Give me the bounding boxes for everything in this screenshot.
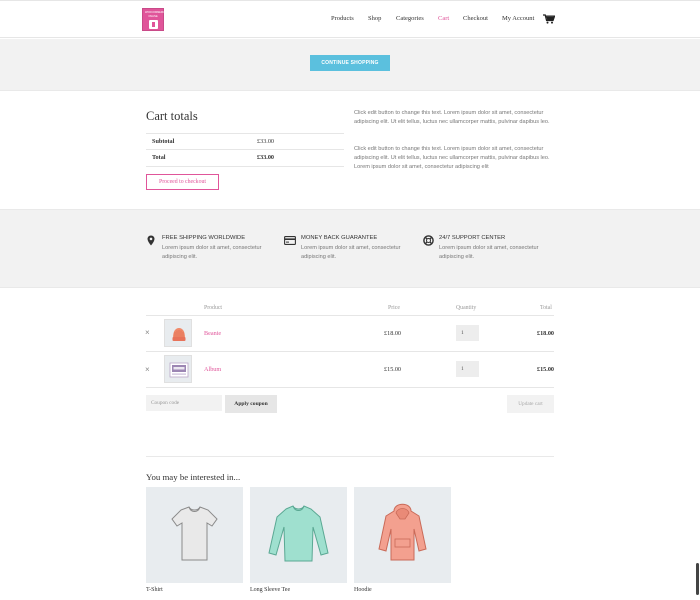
proceed-to-checkout-button[interactable]: Proceed to checkout	[146, 174, 219, 190]
cart-icon[interactable]	[543, 14, 555, 24]
text-block-2: Click edit button to change this text. L…	[354, 146, 550, 170]
table-divider	[146, 315, 554, 316]
feature-title-shipping: FREE SHIPPING WORLDWIDE	[162, 235, 246, 241]
logo-line-1: WOOCOMMERCE	[145, 11, 167, 14]
feature-text-support: Lorem ipsum dolor sit amet, consectetur …	[439, 245, 539, 260]
map-pin-icon	[147, 235, 155, 246]
related-product-name-tshirt[interactable]: T-Shirt	[146, 587, 163, 593]
subtotal-label: Subtotal	[152, 138, 175, 145]
nav-products[interactable]: Products	[331, 15, 354, 22]
totals-divider	[146, 166, 344, 167]
beanie-image	[172, 328, 186, 341]
related-product-image-long-sleeve-tee[interactable]	[250, 487, 347, 583]
album-image	[169, 362, 189, 378]
text-block-1: Click edit button to change this text. L…	[354, 110, 550, 125]
remove-item-button[interactable]: ×	[145, 365, 150, 374]
site-header: WOOCOMMERCE ONLINE Products Shop Categor…	[0, 0, 700, 38]
nav-cart[interactable]: Cart	[438, 15, 449, 22]
continue-shopping-band: CONTINUE SHOPPING	[0, 39, 700, 91]
remove-item-button[interactable]: ×	[145, 328, 150, 337]
feature-title-support: 24/7 SUPPORT CENTER	[439, 235, 506, 241]
related-product-image-tshirt[interactable]	[146, 487, 243, 583]
shopping-bag-icon	[149, 20, 158, 29]
coupon-code-input[interactable]: Coupon code	[146, 395, 222, 411]
product-thumbnail-beanie[interactable]	[164, 319, 192, 347]
long-sleeve-tee-image	[268, 505, 329, 562]
nav-categories[interactable]: Categories	[396, 15, 424, 22]
feature-text-guarantee: Lorem ipsum dolor sit amet, consectetur …	[301, 245, 401, 260]
section-divider	[146, 456, 554, 457]
nav-checkout[interactable]: Checkout	[463, 15, 488, 22]
related-product-name-long-sleeve-tee[interactable]: Long Sleeve Tee	[250, 587, 290, 593]
lifebuoy-icon	[423, 235, 434, 246]
quantity-input[interactable]: 1	[456, 325, 479, 341]
line-total: £18.00	[536, 330, 554, 337]
site-logo[interactable]: WOOCOMMERCE ONLINE	[142, 8, 167, 31]
line-total: £15.00	[536, 366, 554, 373]
product-link-beanie[interactable]: Beanie	[204, 330, 221, 337]
cart-totals-title: Cart totals	[146, 109, 198, 123]
continue-shopping-button[interactable]: CONTINUE SHOPPING	[310, 55, 390, 71]
feature-text-shipping: Lorem ipsum dolor sit amet, consectetur …	[162, 245, 262, 260]
subtotal-row: Subtotal £33.00	[146, 133, 344, 149]
tshirt-image	[171, 506, 218, 561]
col-header-total: Total	[540, 305, 552, 311]
total-label: Total	[152, 154, 166, 161]
product-price: £15.00	[384, 366, 402, 373]
hoodie-image	[378, 503, 427, 561]
related-product-image-hoodie[interactable]	[354, 487, 451, 583]
product-thumbnail-album[interactable]	[164, 355, 192, 383]
related-product-name-hoodie[interactable]: Hoodie	[354, 587, 372, 593]
apply-coupon-button[interactable]: Apply coupon	[225, 395, 277, 413]
feature-title-guarantee: MONEY BACK GUARANTEE	[301, 235, 378, 241]
total-value: £33.00	[257, 154, 275, 161]
logo-line-2: ONLINE	[148, 15, 158, 18]
table-divider	[146, 387, 554, 388]
total-row: Total £33.00	[146, 149, 344, 165]
col-header-quantity: Quantity	[456, 305, 477, 311]
col-header-price: Price	[388, 305, 400, 311]
credit-card-icon	[284, 236, 296, 245]
update-cart-button[interactable]: Update cart	[507, 395, 554, 413]
nav-my-account[interactable]: My Account	[502, 15, 534, 22]
product-price: £18.00	[384, 330, 402, 337]
col-header-product: Product	[204, 305, 223, 311]
page-scrollbar[interactable]	[696, 563, 699, 595]
subtotal-value: £33.00	[257, 138, 275, 145]
quantity-input[interactable]: 1	[456, 361, 479, 377]
product-link-album[interactable]: Album	[204, 366, 221, 373]
table-divider	[146, 351, 554, 352]
nav-shop[interactable]: Shop	[368, 15, 381, 22]
related-title: You may be interested in...	[146, 472, 241, 482]
